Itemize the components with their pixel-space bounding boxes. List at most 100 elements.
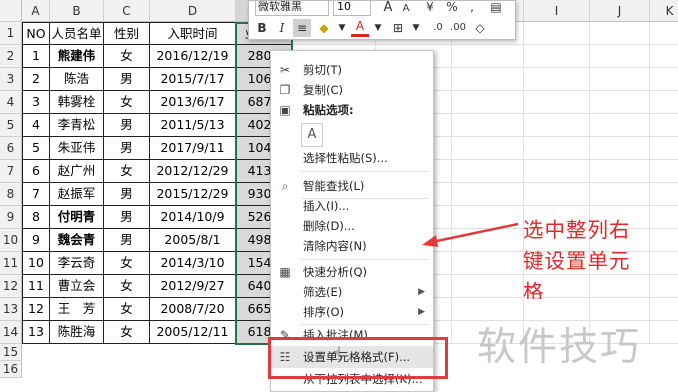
empty-cell[interactable] xyxy=(650,68,678,91)
table-cell[interactable]: 2016/12/19 xyxy=(150,45,236,68)
table-cell[interactable]: 9 xyxy=(22,229,50,252)
empty-cell[interactable] xyxy=(524,45,590,68)
row-header[interactable]: 11 xyxy=(0,252,22,275)
column-header[interactable]: D xyxy=(150,0,236,22)
fill-color-dropdown[interactable]: ▼ xyxy=(333,19,351,37)
row-header[interactable]: 7 xyxy=(0,160,22,183)
center-align-button[interactable]: ≡ xyxy=(293,19,311,37)
empty-cell[interactable] xyxy=(524,183,590,206)
empty-cell[interactable] xyxy=(452,275,524,298)
row-header[interactable]: 10 xyxy=(0,229,22,252)
table-cell[interactable]: 男 xyxy=(104,137,150,160)
table-cell[interactable]: 13 xyxy=(22,321,50,344)
shrink-font-button[interactable]: A xyxy=(397,0,415,16)
table-cell[interactable]: 6 xyxy=(22,160,50,183)
font-color-dropdown[interactable]: ▼ xyxy=(369,19,387,37)
column-header[interactable]: A xyxy=(22,0,50,22)
column-header[interactable]: J xyxy=(590,0,650,22)
table-cell[interactable]: 男 xyxy=(104,183,150,206)
table-cell[interactable]: 韩雾栓 xyxy=(50,91,104,114)
empty-cell[interactable] xyxy=(590,45,650,68)
table-cell[interactable]: 7 xyxy=(22,183,50,206)
bold-button[interactable]: B xyxy=(253,19,271,37)
row-header[interactable]: 14 xyxy=(0,321,22,344)
empty-cell[interactable] xyxy=(650,91,678,114)
row-header[interactable]: 4 xyxy=(0,91,22,114)
table-cell[interactable]: 魏会青 xyxy=(50,229,104,252)
table-cell[interactable]: 男 xyxy=(104,68,150,91)
column-header[interactable]: I xyxy=(524,0,590,22)
table-cell[interactable]: 2013/6/17 xyxy=(150,91,236,114)
table-cell[interactable]: 2014/10/9 xyxy=(150,206,236,229)
font-name-select[interactable]: 微软雅黑 xyxy=(255,0,329,16)
table-header-cell[interactable]: 性别 xyxy=(104,22,150,45)
table-cell[interactable]: 女 xyxy=(104,91,150,114)
empty-cell[interactable] xyxy=(650,45,678,68)
empty-cell[interactable] xyxy=(650,321,678,344)
menu-item-insert[interactable]: 插入(I)... xyxy=(271,195,433,217)
table-cell[interactable]: 2005/12/11 xyxy=(150,321,236,344)
table-cell[interactable]: 男 xyxy=(104,114,150,137)
empty-cell[interactable] xyxy=(650,298,678,321)
format-painter-button[interactable]: ▤ xyxy=(487,0,505,16)
table-cell[interactable]: 2017/9/11 xyxy=(150,137,236,160)
empty-cell[interactable] xyxy=(452,68,524,91)
empty-cell[interactable] xyxy=(524,114,590,137)
menu-item-smart-lookup[interactable]: ⌕ 智能查找(L) xyxy=(271,175,433,197)
empty-cell[interactable] xyxy=(590,68,650,91)
column-header[interactable]: C xyxy=(104,0,150,22)
table-cell[interactable]: 11 xyxy=(22,275,50,298)
empty-cell[interactable] xyxy=(452,137,524,160)
decrease-decimal-button[interactable]: .00 xyxy=(449,19,467,37)
percent-style-button[interactable]: % xyxy=(443,0,461,16)
table-cell[interactable]: 2014/3/10 xyxy=(150,252,236,275)
table-cell[interactable]: 女 xyxy=(104,298,150,321)
table-cell[interactable]: 2 xyxy=(22,68,50,91)
menu-item-paste-special[interactable]: 选择性粘贴(S)... xyxy=(271,147,433,169)
table-cell[interactable]: 陈胜海 xyxy=(50,321,104,344)
row-header[interactable]: 5 xyxy=(0,114,22,137)
row-header[interactable]: 1 xyxy=(0,22,22,45)
empty-cell[interactable] xyxy=(650,160,678,183)
empty-cell[interactable] xyxy=(590,183,650,206)
table-cell[interactable]: 赵振军 xyxy=(50,183,104,206)
table-cell[interactable]: 女 xyxy=(104,321,150,344)
column-header[interactable]: K xyxy=(650,0,678,22)
table-cell[interactable]: 李云奇 xyxy=(50,252,104,275)
table-cell[interactable]: 付明青 xyxy=(50,206,104,229)
table-cell[interactable]: 陈浩 xyxy=(50,68,104,91)
empty-cell[interactable] xyxy=(452,252,524,275)
fill-color-button[interactable]: ◆ xyxy=(315,19,333,37)
menu-item-copy[interactable]: ❐ 复制(C) xyxy=(271,79,433,101)
column-header[interactable]: B xyxy=(50,0,104,22)
empty-cell[interactable] xyxy=(650,137,678,160)
borders-button[interactable]: ⊞ xyxy=(389,19,407,37)
row-header[interactable]: 13 xyxy=(0,298,22,321)
table-cell[interactable]: 男 xyxy=(104,229,150,252)
empty-cell[interactable] xyxy=(524,137,590,160)
empty-cell[interactable] xyxy=(590,91,650,114)
comma-style-button[interactable]: , xyxy=(463,0,481,16)
menu-item-filter[interactable]: 筛选(E) ▶ xyxy=(271,281,433,303)
table-cell[interactable]: 2008/7/20 xyxy=(150,298,236,321)
currency-format-button[interactable]: ¥ xyxy=(421,0,439,16)
row-header[interactable]: 16 xyxy=(0,361,22,378)
row-header[interactable]: 9 xyxy=(0,206,22,229)
row-header[interactable]: 15 xyxy=(0,344,22,361)
empty-cell[interactable] xyxy=(650,183,678,206)
row-header[interactable]: 3 xyxy=(0,68,22,91)
table-cell[interactable]: 熊建伟 xyxy=(50,45,104,68)
menu-item-clear[interactable]: 清除内容(N) xyxy=(271,235,433,257)
table-cell[interactable]: 4 xyxy=(22,114,50,137)
table-cell[interactable]: 12 xyxy=(22,298,50,321)
empty-cell[interactable] xyxy=(590,137,650,160)
table-cell[interactable]: 2005/8/1 xyxy=(150,229,236,252)
table-cell[interactable]: 女 xyxy=(104,275,150,298)
table-cell[interactable]: 3 xyxy=(22,91,50,114)
table-cell[interactable]: 曹立会 xyxy=(50,275,104,298)
empty-cell[interactable] xyxy=(650,114,678,137)
table-cell[interactable]: 2012/9/27 xyxy=(150,275,236,298)
row-header[interactable]: 8 xyxy=(0,183,22,206)
table-cell[interactable]: 2015/7/17 xyxy=(150,68,236,91)
empty-cell[interactable] xyxy=(524,91,590,114)
